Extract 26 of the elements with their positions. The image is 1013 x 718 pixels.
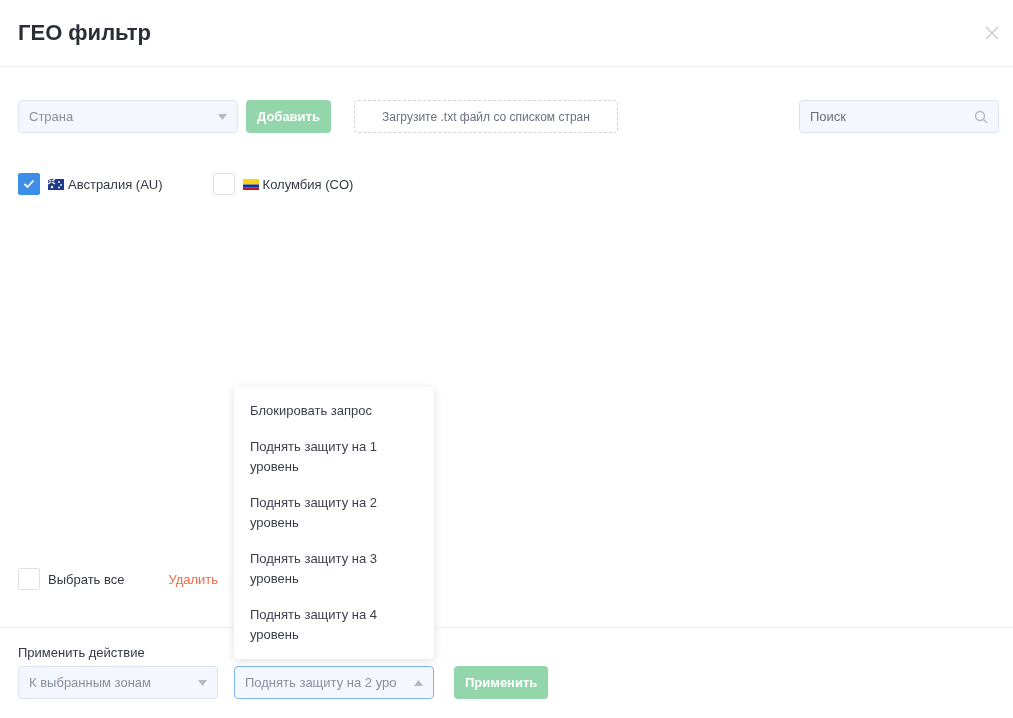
close-icon[interactable] <box>984 25 1000 41</box>
search-icon <box>974 109 988 124</box>
checkbox[interactable] <box>18 173 40 195</box>
delete-link[interactable]: Удалить <box>168 571 219 587</box>
menu-option[interactable]: Поднять защиту на 3 уровень <box>234 541 434 597</box>
select-all-label: Выбрать все <box>48 571 125 587</box>
upload-dropzone[interactable]: Загрузите .txt файл со списком стран <box>353 100 618 133</box>
menu-option[interactable]: Поднять защиту на 1 уровень <box>234 429 434 485</box>
menu-option[interactable]: Поднять защиту на 2 уровень <box>234 485 434 541</box>
flag-icon <box>242 178 259 190</box>
menu-option[interactable]: Поднять защиту на 4 уровень <box>234 597 434 653</box>
caret-icon <box>218 113 227 120</box>
caret-icon <box>198 679 207 686</box>
dialog-title: ГЕО фильтр <box>18 20 151 46</box>
country-select[interactable]: Страна <box>18 100 238 133</box>
select-all-checkbox[interactable] <box>18 568 40 590</box>
scope-select[interactable]: К выбранным зонам <box>18 666 218 699</box>
check-icon <box>23 179 35 189</box>
search-field[interactable]: Поиск <box>799 100 999 133</box>
action-select[interactable]: Поднять защиту на 2 уро <box>234 666 434 699</box>
caret-icon <box>414 679 423 686</box>
country-label: Колумбия (CO) <box>262 176 354 192</box>
menu-option[interactable]: Блокировать запрос <box>234 393 434 429</box>
country-label: Австралия (AU) <box>68 176 163 192</box>
apply-action-label: Применить действие <box>18 645 146 660</box>
flag-icon <box>48 178 64 190</box>
